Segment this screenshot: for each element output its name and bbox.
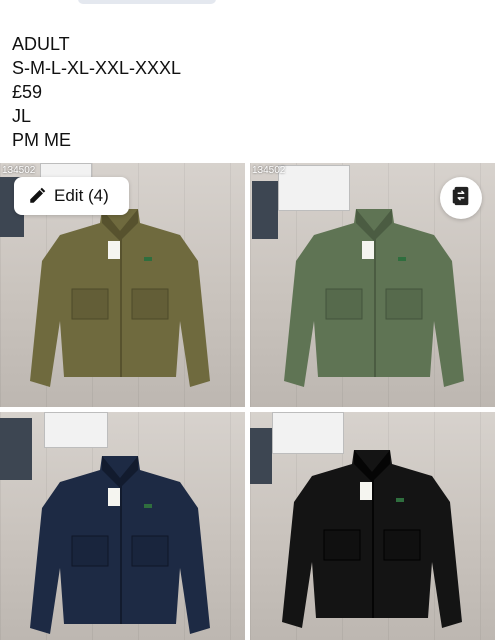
photo-code-label: 134502 <box>252 165 286 176</box>
boxed-item <box>44 412 108 448</box>
caption-line-4: JL <box>12 106 32 126</box>
caption-line-1: ADULT <box>12 34 70 54</box>
jacket-image <box>30 209 210 387</box>
pencil-icon <box>28 187 46 205</box>
caption-line-3: £59 <box>12 82 43 102</box>
post-caption: ADULT S-M-L-XL-XXL-XXXL £59 JL PM ME <box>12 32 181 152</box>
photo-navy-jacket[interactable] <box>0 412 245 640</box>
photo-grid: 134502 134502 <box>0 163 495 640</box>
photo-black-jacket[interactable] <box>250 412 495 640</box>
edit-button-label: Edit (4) <box>54 186 109 205</box>
swap-photos-icon <box>450 185 472 212</box>
edit-photos-button[interactable]: Edit (4) <box>14 177 129 215</box>
jacket-image <box>284 209 464 387</box>
caption-line-2: S-M-L-XL-XXL-XXXL <box>12 58 182 78</box>
caption-line-5: PM ME <box>12 130 72 150</box>
jacket-image <box>30 456 210 634</box>
swap-photos-button[interactable] <box>440 177 482 219</box>
photo-code-label: 134502 <box>2 165 36 176</box>
jacket-image <box>282 450 462 628</box>
top-pill <box>78 0 216 4</box>
book-stack <box>250 428 272 484</box>
